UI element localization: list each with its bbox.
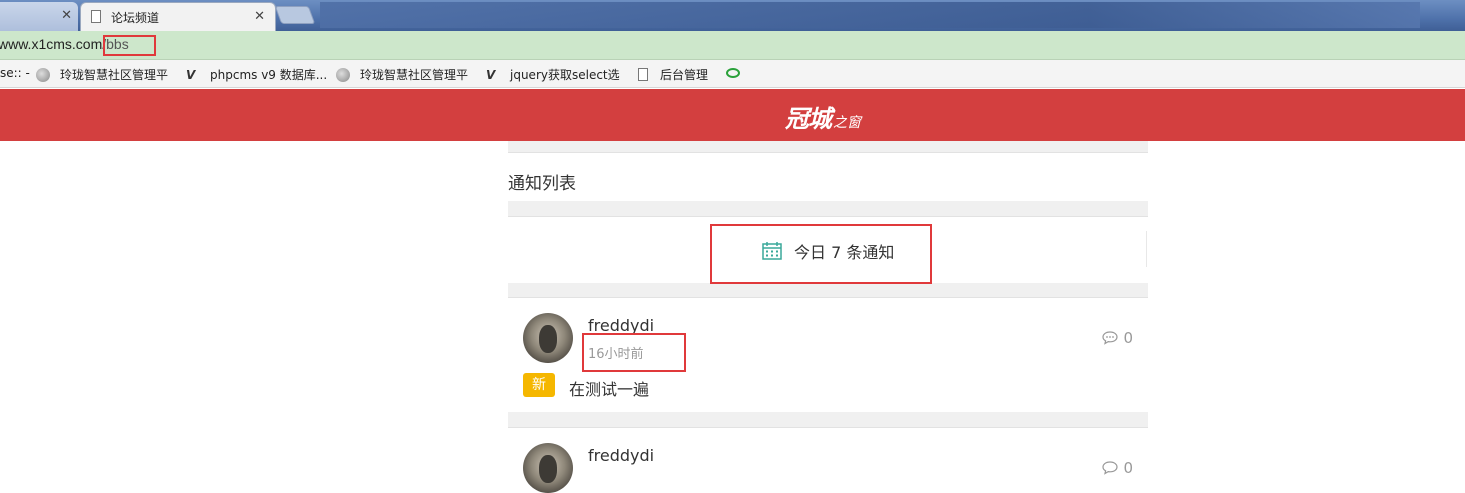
site-logo[interactable]: 冠城 之窗: [785, 99, 861, 134]
site-icon: [336, 68, 350, 82]
background-window: [320, 2, 1420, 28]
bookmark-item[interactable]: 玲珑智慧社区管理平: [336, 66, 468, 83]
author-name[interactable]: freddydi: [588, 446, 654, 465]
bookmark-item[interactable]: se:: -: [0, 66, 30, 80]
section-divider: [508, 141, 1148, 153]
main-content: 通知列表 今日 7 条通知 freddydi 16小时前 0 新 在测试一遍 f…: [508, 141, 1148, 493]
post-text[interactable]: 在测试一遍: [569, 376, 649, 400]
page-icon: [91, 10, 101, 23]
browser-tab-previous[interactable]: ✕: [0, 2, 78, 31]
browser-tabstrip: ✕ 论坛频道 ✕: [0, 0, 1465, 31]
bookmarks-bar: se:: - 玲珑智慧社区管理平 Vphpcms v9 数据库... 玲珑智慧社…: [0, 60, 1465, 88]
address-bar[interactable]: www.x1cms.com/bbs: [0, 31, 1465, 60]
annotation-box-summary: [710, 224, 932, 284]
tab-close-icon[interactable]: ✕: [254, 9, 265, 24]
comment-icon: [1102, 461, 1119, 475]
site-icon: [36, 68, 50, 82]
section-divider: [508, 412, 1148, 428]
notification-card[interactable]: freddydi 0: [508, 428, 1148, 493]
site-header: 冠城 之窗: [0, 89, 1465, 141]
page-title: 通知列表: [508, 174, 576, 194]
new-badge: 新: [523, 373, 555, 397]
browser-tab-active[interactable]: 论坛频道 ✕: [80, 2, 276, 31]
tab-close-icon[interactable]: ✕: [61, 8, 72, 23]
bookmark-item[interactable]: 玲珑智慧社区管理平: [36, 66, 168, 83]
tab-title: 论坛频道: [111, 11, 160, 25]
bookmark-item[interactable]: [726, 66, 740, 80]
annotation-box-time: [582, 333, 686, 372]
comment-count[interactable]: 0: [1102, 329, 1133, 347]
bookmark-green-icon: [726, 68, 740, 78]
divider: [1146, 231, 1147, 267]
section-divider: [508, 201, 1148, 217]
avatar[interactable]: [523, 443, 573, 493]
bookmark-item[interactable]: Vphpcms v9 数据库...: [186, 66, 327, 83]
annotation-box-url: [103, 35, 156, 56]
new-tab-button[interactable]: [274, 6, 316, 24]
bookmark-item[interactable]: Vjquery获取select选: [486, 66, 620, 83]
comment-icon: [1102, 331, 1119, 345]
avatar[interactable]: [523, 313, 573, 363]
section-divider: [508, 283, 1148, 298]
v-logo-icon: V: [486, 68, 496, 82]
comment-count[interactable]: 0: [1102, 459, 1133, 477]
v-logo-icon: V: [186, 68, 196, 82]
bookmark-item[interactable]: 后台管理: [638, 66, 708, 83]
url-host: www.x1cms.com: [0, 36, 103, 52]
page-icon: [638, 68, 648, 81]
